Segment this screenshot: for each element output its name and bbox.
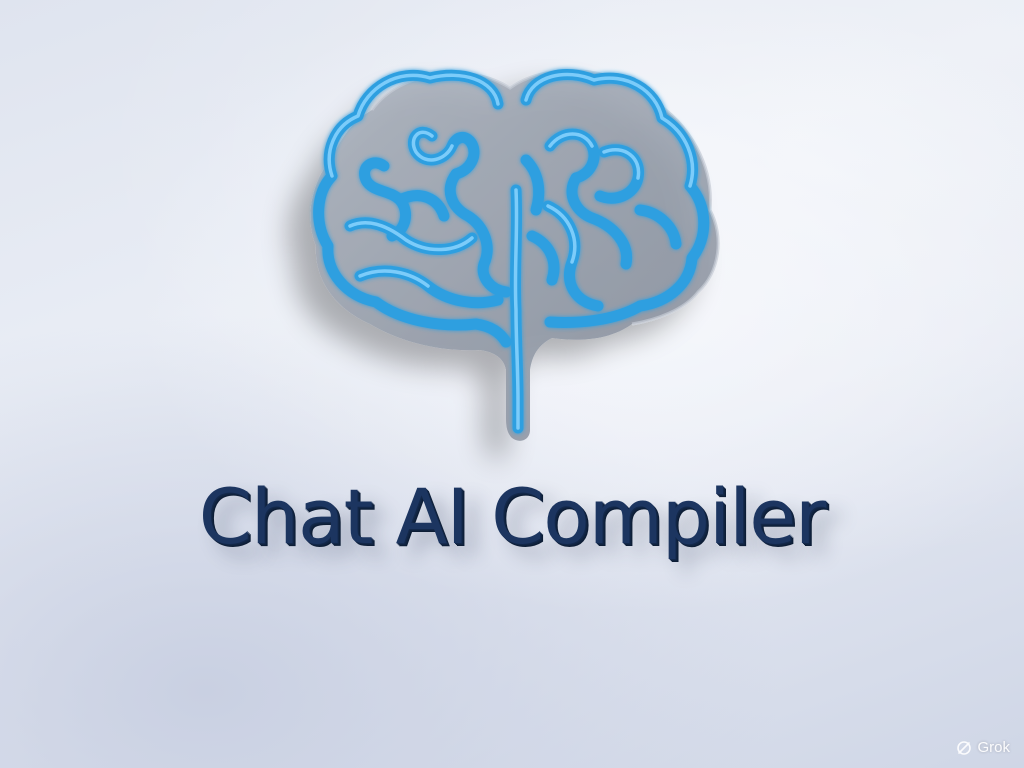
grok-logo-icon (957, 740, 972, 755)
watermark-label: Grok (977, 739, 1010, 756)
brain-icon (310, 68, 720, 441)
logo (280, 40, 740, 460)
page-title: Chat AI Compiler (198, 472, 826, 561)
watermark: Grok (956, 739, 1010, 756)
